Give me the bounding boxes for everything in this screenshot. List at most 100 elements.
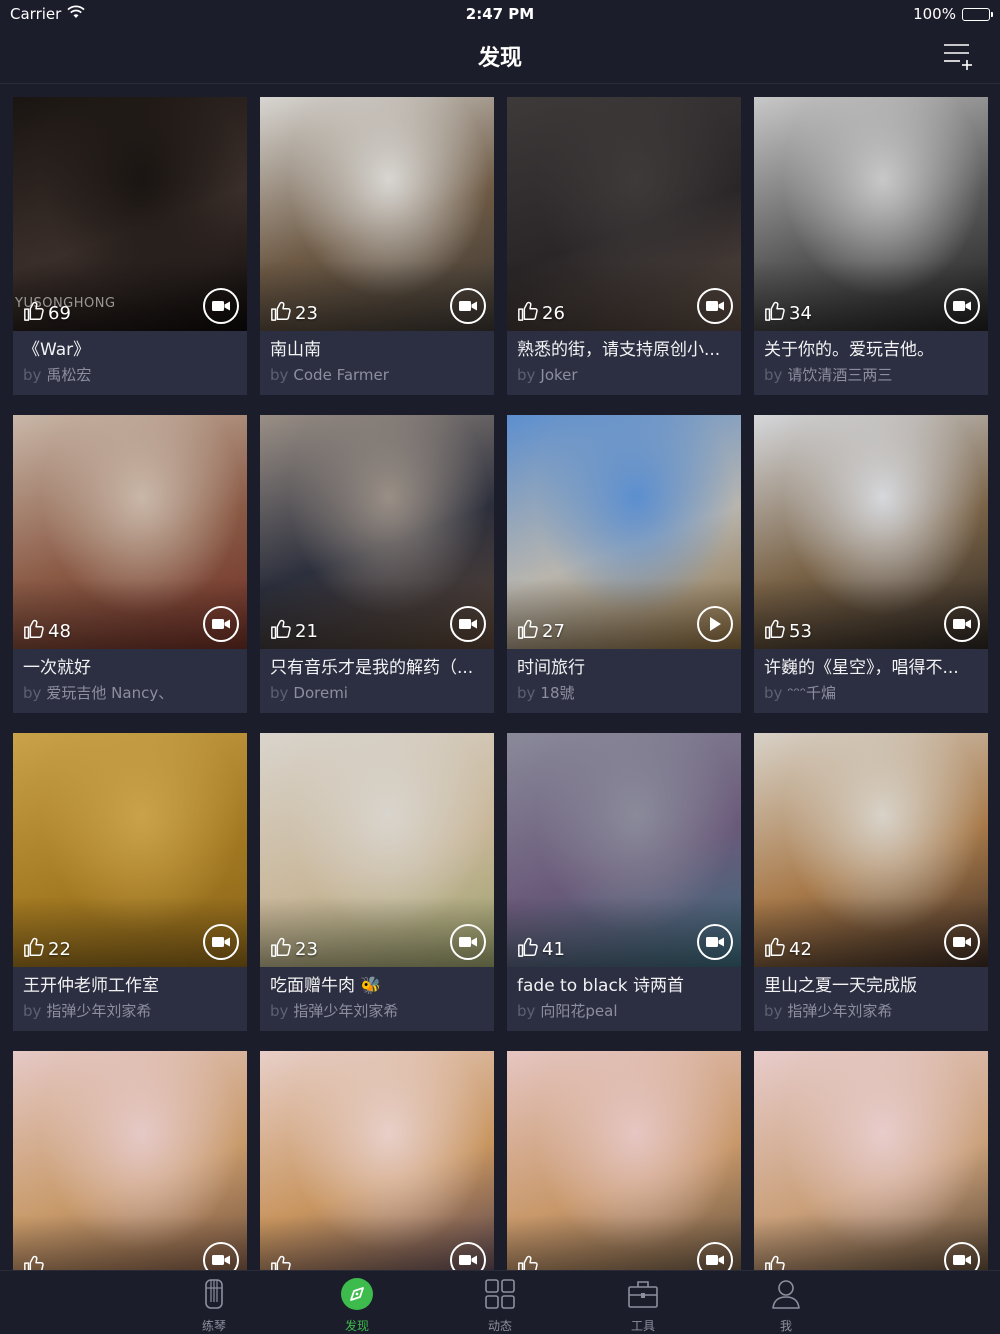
video-camera-icon[interactable] — [450, 606, 486, 642]
video-camera-icon[interactable] — [203, 288, 239, 324]
video-author[interactable]: by 向阳花peal — [507, 998, 741, 1022]
by-label: by — [517, 1002, 536, 1020]
by-label: by — [270, 1002, 289, 1020]
thumbs-up-icon — [270, 1254, 292, 1270]
video-author[interactable]: by Code Farmer — [260, 362, 494, 386]
video-camera-icon[interactable] — [697, 1242, 733, 1270]
tab-grid[interactable]: 动态 — [429, 1271, 572, 1334]
video-author[interactable]: by 指弹少年刘家希 — [754, 998, 988, 1022]
video-card[interactable] — [13, 1051, 247, 1270]
like-count-value: 53 — [789, 621, 812, 642]
video-card[interactable]: 22 王开仲老师工作室 by 指弹少年刘家希 — [13, 733, 247, 1031]
video-title: 时间旅行 — [517, 658, 585, 678]
thumbs-up-icon — [764, 1254, 786, 1270]
tab-guitar[interactable]: 练琴 — [143, 1271, 286, 1334]
video-camera-icon[interactable] — [944, 924, 980, 960]
video-camera-icon[interactable] — [697, 288, 733, 324]
video-card[interactable]: 48 一次就好 by 爱玩吉他 Nancy、 — [13, 415, 247, 713]
video-thumbnail[interactable]: 42 — [754, 733, 988, 967]
video-camera-icon[interactable] — [450, 288, 486, 324]
play-icon[interactable] — [697, 606, 733, 642]
author-name: ᵔᵔᵔ千煸 — [787, 684, 837, 702]
video-author[interactable]: by 指弹少年刘家希 — [13, 998, 247, 1022]
video-card[interactable]: 41 fade to black 诗两首 by 向阳花peal — [507, 733, 741, 1031]
video-camera-icon[interactable] — [450, 924, 486, 960]
like-count-value: 26 — [542, 303, 565, 324]
video-author[interactable]: by 爱玩吉他 Nancy、 — [13, 680, 247, 704]
video-card[interactable]: 21 只有音乐才是我的解药（... by Doremi — [260, 415, 494, 713]
video-thumbnail[interactable]: 48 — [13, 415, 247, 649]
video-card[interactable]: 27 时间旅行 by 18號 — [507, 415, 741, 713]
like-count: 27 — [517, 618, 565, 645]
video-card[interactable]: 23 南山南 by Code Farmer — [260, 97, 494, 395]
video-card[interactable] — [754, 1051, 988, 1270]
video-thumbnail[interactable]: 23 — [260, 97, 494, 331]
author-name: 向阳花peal — [540, 1002, 618, 1020]
video-camera-icon[interactable] — [944, 1242, 980, 1270]
video-author[interactable]: by Doremi — [260, 680, 494, 704]
video-card[interactable]: 53 许巍的《星空》，唱得不... by ᵔᵔᵔ千煸 — [754, 415, 988, 713]
list-add-icon[interactable] — [942, 40, 974, 72]
tab-toolbox[interactable]: 工具 — [572, 1271, 715, 1334]
by-label: by — [270, 366, 289, 384]
video-camera-icon[interactable] — [697, 924, 733, 960]
like-count-value: 23 — [295, 303, 318, 324]
like-count: 41 — [517, 936, 565, 963]
video-thumbnail[interactable]: YUSONGHONG 69 — [13, 97, 247, 331]
video-grid: YUSONGHONG 69 《War》 by 禹松宏 23 南山南 by Code Farmer… — [13, 97, 988, 1270]
video-author[interactable]: by 18號 — [507, 680, 741, 704]
video-thumbnail[interactable]: 26 — [507, 97, 741, 331]
video-author[interactable]: by 禹松宏 — [13, 362, 247, 386]
video-card[interactable]: 26 熟悉的街，请支持原创小... by Joker — [507, 97, 741, 395]
video-camera-icon[interactable] — [944, 606, 980, 642]
thumbs-up-icon — [23, 300, 45, 327]
video-author[interactable]: by ᵔᵔᵔ千煸 — [754, 680, 988, 704]
like-count-value: 22 — [48, 939, 71, 960]
by-label: by — [23, 1002, 42, 1020]
person-icon — [769, 1277, 803, 1311]
video-thumbnail[interactable]: 22 — [13, 733, 247, 967]
video-camera-icon[interactable] — [203, 1242, 239, 1270]
video-thumbnail[interactable]: 21 — [260, 415, 494, 649]
video-thumbnail[interactable]: 27 — [507, 415, 741, 649]
video-camera-icon[interactable] — [944, 288, 980, 324]
video-camera-icon[interactable] — [450, 1242, 486, 1270]
video-camera-icon[interactable] — [203, 606, 239, 642]
video-card[interactable] — [507, 1051, 741, 1270]
video-card[interactable]: YUSONGHONG 69 《War》 by 禹松宏 — [13, 97, 247, 395]
thumbs-up-icon — [23, 618, 45, 645]
video-title: 里山之夏一天完成版 — [764, 976, 917, 996]
video-title: 《War》 — [23, 340, 91, 360]
like-count-value: 34 — [789, 303, 812, 324]
video-thumbnail[interactable] — [13, 1051, 247, 1270]
video-card[interactable]: 23 吃面赠牛肉 🐝 by 指弹少年刘家希 — [260, 733, 494, 1031]
video-camera-icon[interactable] — [203, 924, 239, 960]
tab-compass[interactable]: 发现 — [286, 1271, 429, 1334]
video-card[interactable]: 34 关于你的。爱玩吉他。 by 请饮清酒三两三 — [754, 97, 988, 395]
video-card[interactable]: 42 里山之夏一天完成版 by 指弹少年刘家希 — [754, 733, 988, 1031]
tab-person[interactable]: 我 — [715, 1271, 858, 1334]
video-thumbnail[interactable] — [507, 1051, 741, 1270]
like-count: 23 — [270, 936, 318, 963]
video-author[interactable]: by 请饮清酒三两三 — [754, 362, 988, 386]
video-thumbnail[interactable]: 53 — [754, 415, 988, 649]
by-label: by — [517, 684, 536, 702]
thumbs-up-icon — [517, 300, 539, 327]
like-count-value: 23 — [295, 939, 318, 960]
video-thumbnail[interactable] — [754, 1051, 988, 1270]
like-count: 42 — [764, 936, 812, 963]
thumbs-up-icon — [23, 1254, 45, 1270]
video-card[interactable] — [260, 1051, 494, 1270]
like-count — [23, 1254, 48, 1270]
video-thumbnail[interactable]: 23 — [260, 733, 494, 967]
video-thumbnail[interactable]: 41 — [507, 733, 741, 967]
video-author[interactable]: by 指弹少年刘家希 — [260, 998, 494, 1022]
thumbs-up-icon — [764, 618, 786, 645]
video-title: 一次就好 — [23, 658, 91, 678]
video-thumbnail[interactable]: 34 — [754, 97, 988, 331]
video-author[interactable]: by Joker — [507, 362, 741, 386]
video-thumbnail[interactable] — [260, 1051, 494, 1270]
by-label: by — [764, 1002, 783, 1020]
like-count: 22 — [23, 936, 71, 963]
author-name: 指弹少年刘家希 — [46, 1002, 152, 1020]
